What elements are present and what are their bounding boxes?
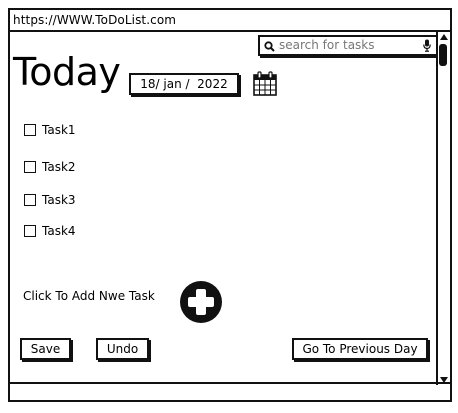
task-label: Task1 <box>42 123 76 137</box>
task-checkbox[interactable] <box>24 193 36 206</box>
search-icon <box>264 40 275 57</box>
task-item[interactable]: Task2 <box>24 160 76 174</box>
save-button[interactable]: Save <box>20 338 71 360</box>
previous-day-button[interactable]: Go To Previous Day <box>292 338 428 360</box>
scroll-up-icon[interactable] <box>440 34 448 40</box>
search-placeholder: search for tasks <box>279 38 375 52</box>
task-checkbox[interactable] <box>24 123 36 136</box>
undo-button[interactable]: Undo <box>96 338 149 360</box>
browser-window: https://WWW.ToDoList.com search for task… <box>8 8 452 402</box>
task-item[interactable]: Task1 <box>24 123 76 137</box>
task-label: Task3 <box>42 193 76 207</box>
add-task-label: Click To Add Nwe Task <box>23 289 155 303</box>
task-label: Task2 <box>42 160 76 174</box>
search-input[interactable]: search for tasks <box>258 35 438 56</box>
add-task-button[interactable] <box>180 281 222 323</box>
status-bar <box>10 382 450 400</box>
page-title: Today <box>13 50 121 94</box>
address-bar[interactable]: https://WWW.ToDoList.com <box>10 10 450 32</box>
date-field[interactable]: 18/ jan / 2022 <box>129 73 239 95</box>
task-checkbox[interactable] <box>24 224 36 237</box>
microphone-icon[interactable] <box>423 39 431 57</box>
scroll-thumb[interactable] <box>439 44 447 66</box>
task-label: Task4 <box>42 224 76 238</box>
task-item[interactable]: Task4 <box>24 224 76 238</box>
vertical-scrollbar[interactable] <box>436 32 450 385</box>
task-item[interactable]: Task3 <box>24 193 76 207</box>
url-text: https://WWW.ToDoList.com <box>13 13 177 27</box>
task-checkbox[interactable] <box>24 160 36 173</box>
page-content: search for tasks Today 18/ jan / 2022 Ta… <box>10 32 440 384</box>
calendar-icon[interactable] <box>253 71 277 100</box>
